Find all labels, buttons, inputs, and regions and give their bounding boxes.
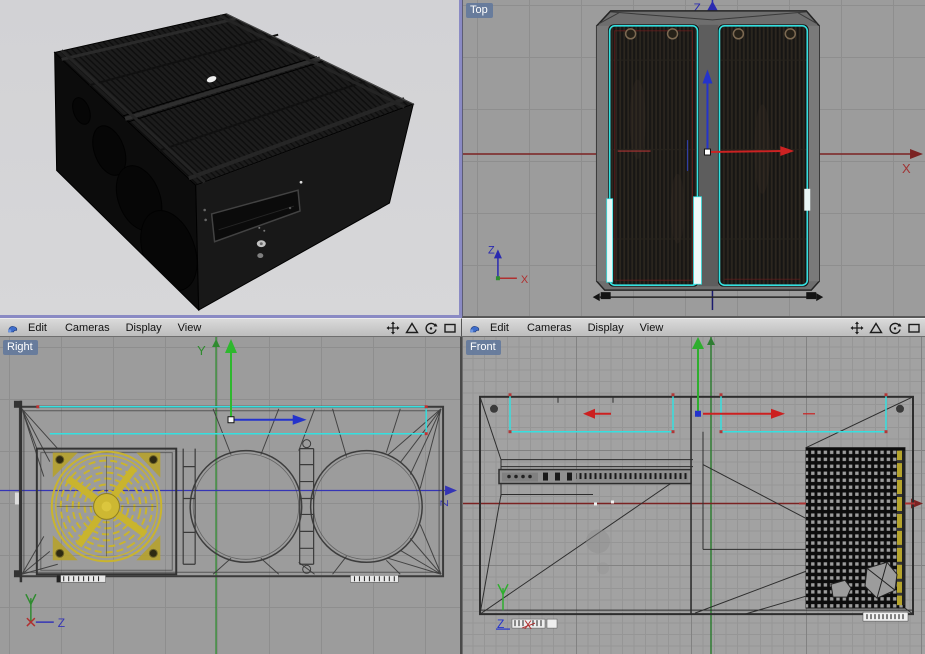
- front-view-scene: Z X: [463, 337, 923, 654]
- viewport-label-front: Front: [466, 340, 501, 355]
- application-window: { "viewport_labels": { "top": "Top", "ri…: [0, 0, 925, 654]
- viewport-label-right: Right: [3, 340, 38, 355]
- rotate-view-icon[interactable]: [887, 320, 902, 335]
- viewport-front[interactable]: Front Z X: [463, 337, 925, 654]
- viewport-label-top: Top: [466, 3, 493, 18]
- menu-item-display[interactable]: Display: [588, 322, 624, 334]
- indicator-x-label: X: [521, 274, 529, 286]
- perspective-render-pc-case: [0, 0, 459, 315]
- viewport-menubar-right-view: Edit Cameras Display View: [0, 318, 462, 337]
- y-axis-label: Y: [197, 343, 206, 358]
- panel-menu-icon[interactable]: [5, 321, 20, 335]
- axis-indicator: Z X: [496, 583, 558, 632]
- viewport-tools: [385, 320, 461, 335]
- viewport-tools: [849, 320, 925, 335]
- rotate-view-icon[interactable]: [423, 320, 438, 335]
- y-axis: Y: [197, 337, 221, 654]
- menu-item-edit[interactable]: Edit: [490, 322, 509, 334]
- maximize-view-icon[interactable]: [906, 320, 921, 335]
- indicator-z-label: Z: [488, 244, 495, 256]
- perforated-grill: [799, 447, 915, 609]
- menu-item-view[interactable]: View: [640, 322, 664, 334]
- menu-item-cameras[interactable]: Cameras: [65, 322, 110, 334]
- viewport-right[interactable]: Right Y Z Z: [0, 337, 462, 654]
- scale-view-icon[interactable]: [404, 320, 419, 335]
- scale-view-icon[interactable]: [868, 320, 883, 335]
- io-slot-strip: [498, 468, 692, 485]
- menu-item-cameras[interactable]: Cameras: [527, 322, 572, 334]
- x-axis-label: X: [902, 161, 911, 176]
- case-top-view: [592, 10, 824, 302]
- viewport-perspective[interactable]: [0, 0, 462, 318]
- texture-blob: [586, 529, 610, 554]
- radiator-panel-left[interactable]: [608, 24, 699, 287]
- panel-menu-icon[interactable]: [467, 321, 482, 335]
- move-view-icon[interactable]: [385, 320, 400, 335]
- selected-edge-strip: [897, 450, 902, 606]
- ruler-strip: [862, 611, 909, 622]
- menu-item-edit[interactable]: Edit: [28, 322, 47, 334]
- axis-indicator: Z X: [488, 244, 529, 286]
- move-gizmo[interactable]: [225, 338, 307, 425]
- maximize-view-icon[interactable]: [442, 320, 457, 335]
- z-axis-label: Z: [439, 499, 451, 506]
- move-view-icon[interactable]: [849, 320, 864, 335]
- indicator-z-label: Z: [58, 616, 65, 630]
- case-right-view-wireframe: [13, 400, 445, 583]
- move-gizmo[interactable]: [583, 337, 815, 419]
- menu-item-view[interactable]: View: [178, 322, 202, 334]
- axis-indicator: Z: [25, 593, 65, 630]
- top-view-scene: X Z Z X: [463, 0, 924, 311]
- selected-fan[interactable]: [43, 443, 171, 571]
- menu-item-display[interactable]: Display: [126, 322, 162, 334]
- right-view-scene: Y Z Z: [0, 337, 458, 654]
- viewport-top[interactable]: Top X Z Z X: [462, 0, 925, 318]
- viewport-menubar-front-view: Edit Cameras Display View: [462, 318, 925, 337]
